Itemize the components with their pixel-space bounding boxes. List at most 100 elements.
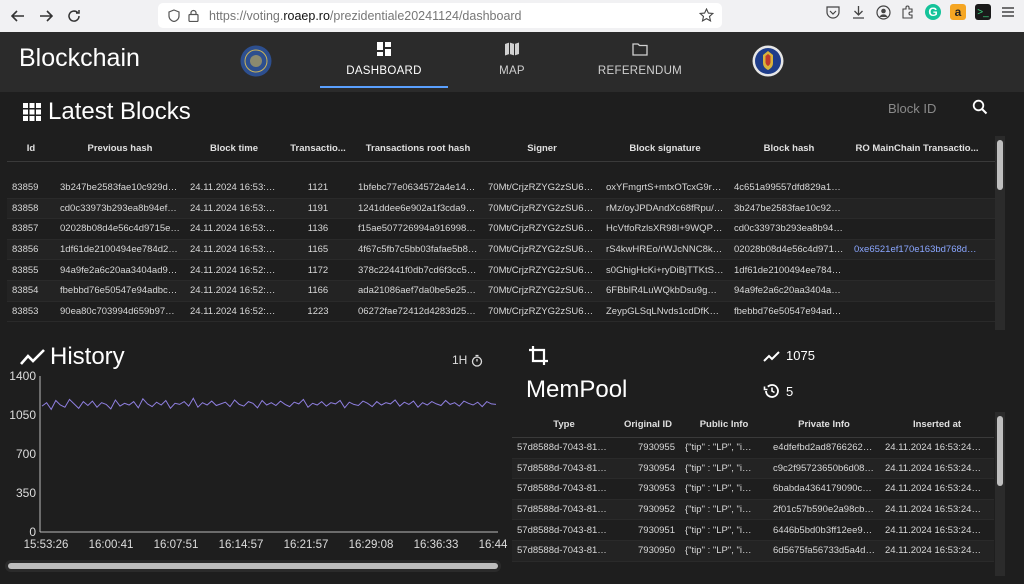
x-tick-label: 16:21:57 [284,539,329,551]
block-row[interactable]: 83854 fbebbd76e50547e94adbc… 24.11.2024 16… [7,280,995,302]
mempool-col-header[interactable]: Public Info [680,419,768,430]
blocks-cell: 1121 [307,182,329,194]
x-tick-label: 16:36:33 [414,539,459,551]
scrollbar-thumb[interactable] [997,140,1003,190]
block-row[interactable]: 83855 94a9fe2a6c20aa3404ad9… 24.11.2024 16… [7,260,995,281]
blocks-col-header[interactable]: Transactions root hash [353,143,483,154]
url-prefix: https://voting. [209,8,284,23]
blocks-col-header[interactable]: Signer [483,143,601,154]
blocks-cell: cd0c33973b293ea8b94ef… [60,202,177,214]
mempool-table: Type Original ID Public Info Private Info In… [512,412,994,576]
crop-icon [529,346,548,365]
mempool-col-header[interactable]: Original ID [616,419,680,430]
block-row[interactable]: 83857 02028b08d4e56c4d9715e… 24.11.2024 16… [7,219,995,240]
blocks-col-header[interactable]: Block hash [729,143,849,154]
y-tick-label: 700 [16,447,36,461]
mempool-cell: 7930951 [638,524,675,536]
blocks-cell: 1166 [307,285,329,297]
browser-toolbar: https://voting. roaep.ro/prezidentiale202… [0,0,1024,32]
mempool-col-header[interactable]: Private Info [768,419,880,430]
blocks-cell: 24.11.2024 16:53:1… [190,202,281,214]
mempool-row[interactable]: 57d8588d-7043-81… 7930953 {"tip" : "LP", "… [512,479,994,500]
grid-icon [23,103,41,121]
mempool-total-stat: 1075 [763,348,815,363]
search-icon[interactable] [972,99,988,115]
mempool-pending-stat: 5 [763,383,793,399]
blocks-vertical-scrollbar[interactable] [995,136,1005,330]
star-icon[interactable] [699,8,714,23]
scrollbar-thumb[interactable] [8,563,498,569]
blocks-col-header[interactable]: RO MainChain Transactio... [849,143,985,154]
reload-button[interactable] [60,2,88,30]
brand-title: Blockchain [19,44,140,72]
mempool-cell: 57d8588d-7043-81… [517,504,607,516]
forward-button[interactable] [32,2,60,30]
blocks-cell: 1241ddee6e902a1f3cda9b… [358,202,481,214]
blocks-cell: HcVtfoRzlsXR98I+9WQPy… [606,223,728,235]
mempool-col-header[interactable]: Inserted at [880,419,994,430]
romania-coat-of-arms-icon [752,45,784,77]
blocks-col-header[interactable]: Transactio... [283,143,353,154]
mempool-col-header[interactable]: Type [512,419,616,430]
blocks-col-header[interactable]: Block time [185,143,283,154]
mempool-row[interactable]: 57d8588d-7043-81… 7930954 {"tip" : "LP", "… [512,458,994,480]
blocks-cell: 3b247be2583fae10c92… [734,202,841,214]
history-clock-icon [763,384,779,398]
history-series-line [41,397,497,411]
chart-horizontal-scrollbar[interactable] [5,560,501,572]
address-bar[interactable]: https://voting. roaep.ro/prezidentiale202… [158,3,722,28]
mempool-total-value: 1075 [786,348,815,363]
mempool-row[interactable]: 57d8588d-7043-81… 7930950 {"tip" : "LP", "… [512,540,994,562]
blocks-col-header[interactable]: Block signature [601,143,729,154]
block-row[interactable]: 83859 3b247be2583fae10c929d… 24.11.2024 16… [7,178,995,199]
mempool-table-header: Type Original ID Public Info Private Info In… [512,412,994,438]
mempool-cell: 57d8588d-7043-81… [517,442,607,454]
blocks-cell: 83859 [12,182,39,194]
mempool-cell: {"tip" : "LP", "i… [685,545,752,557]
blocks-cell: 83856 [12,244,39,256]
tab-map[interactable]: MAP [480,38,544,88]
tab-dashboard[interactable]: DASHBOARD [340,38,428,88]
mempool-cell: 24.11.2024 16:53:24… [885,545,981,557]
y-tick-label: 1400 [9,369,36,383]
extensions-icon[interactable] [900,4,916,20]
block-row[interactable]: 83856 1df61de2100494ee784d2… 24.11.2024 16… [7,239,995,261]
mempool-row[interactable]: 57d8588d-7043-81… 7930955 {"tip" : "LP", "… [512,438,994,459]
blocks-cell: 90ea80c703994d659b97… [60,305,175,317]
blocks-cell: 24.11.2024 16:52:4… [190,305,281,317]
blocks-cell: 83858 [12,202,39,214]
grammarly-icon[interactable]: G [925,4,941,20]
mempool-cell: 7930955 [638,442,675,454]
account-icon[interactable] [875,4,891,20]
blocks-cell: rMz/oyJPDAndXc68fRpu/… [606,202,724,214]
mempool-cell: {"tip" : "LP", "i… [685,483,752,495]
x-tick-label: 15:53:26 [24,539,69,551]
blocks-cell: fbebbd76e50547e94ad… [734,305,842,317]
tab-referendum[interactable]: REFERENDUM [594,38,686,88]
blocks-cell: 24.11.2024 16:53:1… [190,182,281,194]
download-icon[interactable] [850,4,866,20]
blocks-col-header[interactable]: Previous hash [55,143,185,154]
mempool-row[interactable]: 57d8588d-7043-81… 7930952 {"tip" : "LP", "… [512,499,994,521]
time-range-toggle[interactable]: 1H [452,353,483,367]
mempool-row[interactable]: 57d8588d-7043-81… 7930951 {"tip" : "LP", "… [512,520,994,541]
block-row[interactable]: 83858 cd0c33973b293ea8b94ef… 24.11.2024 16… [7,198,995,220]
scrollbar-thumb[interactable] [997,416,1003,486]
back-button[interactable] [4,2,32,30]
mempool-cell: {"tip" : "LP", "i… [685,524,752,536]
blocks-cell: 4f67c5fb7c5bb03fafae5b8… [358,244,478,256]
latest-blocks-table: Id Previous hash Block time Transactio... Tr… [7,136,995,330]
blocks-col-header[interactable]: Id [7,143,55,154]
pocket-icon[interactable] [825,4,841,20]
block-row[interactable]: 83853 90ea80c703994d659b97… 24.11.2024 16:… [7,302,995,323]
blocks-cell: 83853 [12,305,39,317]
amazon-icon[interactable]: a [950,4,966,20]
map-icon [505,42,519,56]
terminal-extension-icon[interactable]: >_ [975,4,991,20]
mempool-cell: 57d8588d-7043-81… [517,545,607,557]
mempool-cell: 57d8588d-7043-81… [517,483,607,495]
mempool-vertical-scrollbar[interactable] [995,412,1005,576]
block-id-search-input[interactable] [888,98,968,118]
blocks-cell[interactable]: 0xe6521ef170e163bd768d… [849,244,985,255]
menu-icon[interactable] [1000,4,1016,20]
